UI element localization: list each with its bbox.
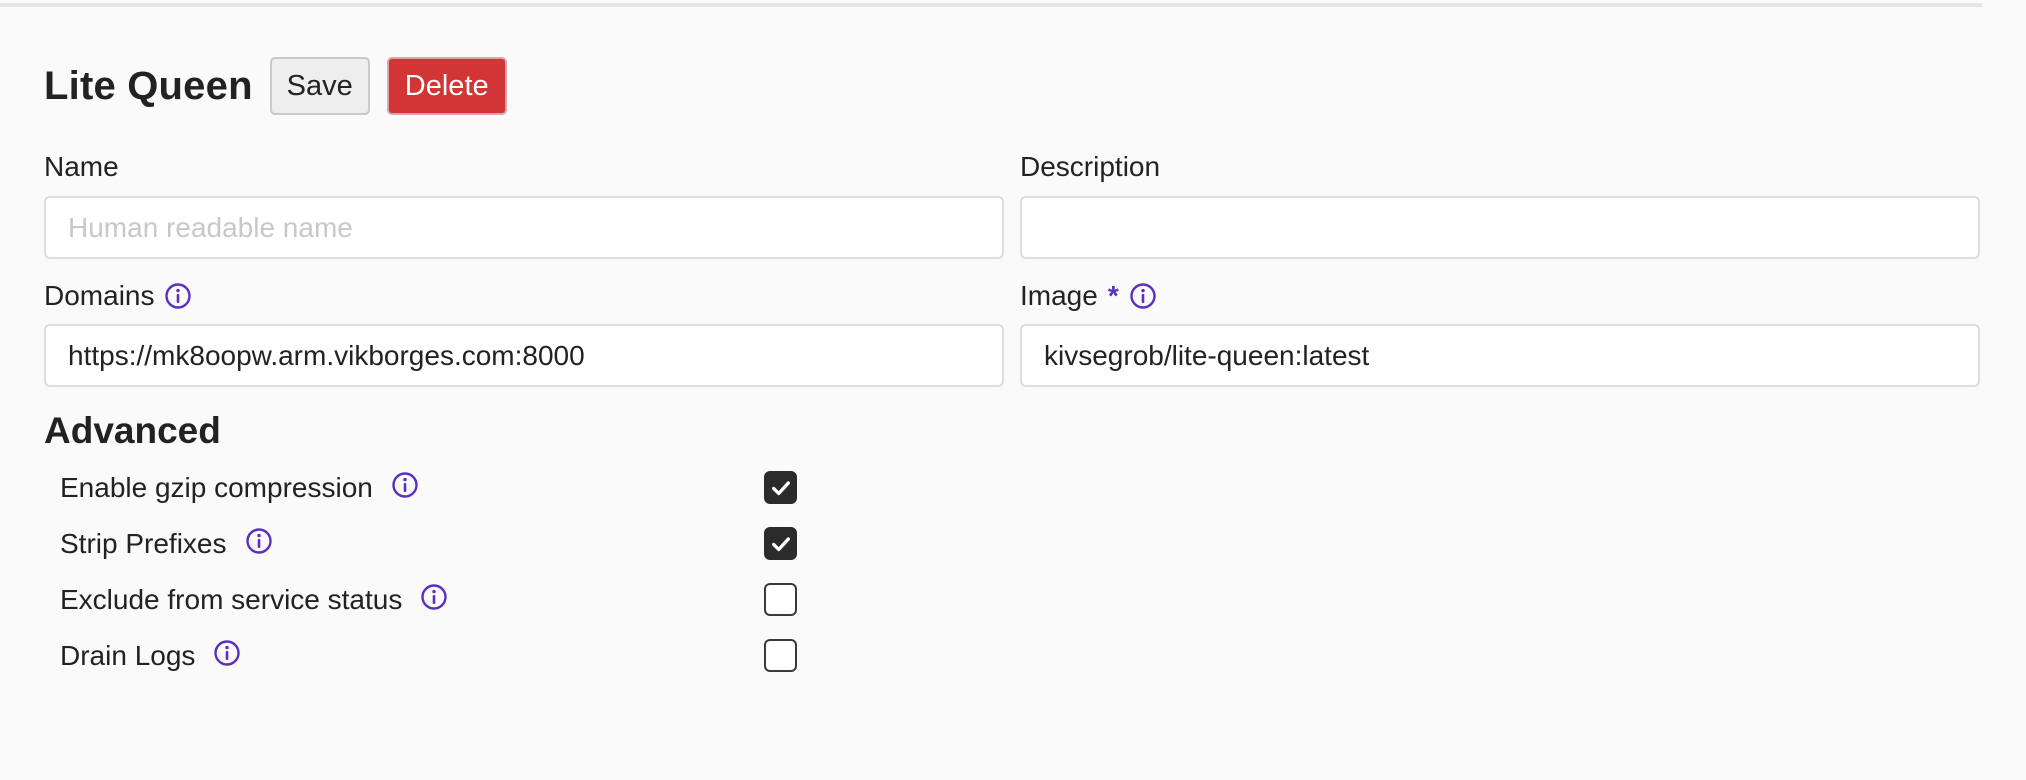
page-title: Lite Queen <box>44 63 253 108</box>
domains-label-row: Domains <box>44 279 192 313</box>
description-label: Description <box>1020 151 1161 182</box>
advanced-section-title: Advanced <box>44 410 221 451</box>
strip-prefixes-info-icon[interactable] <box>245 527 273 555</box>
save-button[interactable]: Save <box>269 57 370 115</box>
option-row-drain-logs: Drain Logs <box>60 636 800 676</box>
description-input[interactable] <box>1020 196 1980 259</box>
image-info-icon[interactable] <box>1129 282 1157 310</box>
option-row-gzip: Enable gzip compression <box>60 468 800 508</box>
name-input[interactable] <box>44 196 1004 259</box>
image-label-row: Image * <box>1020 279 1157 313</box>
name-label-row: Name <box>44 150 119 184</box>
strip-prefixes-checkbox[interactable] <box>764 527 797 560</box>
image-label: Image <box>1020 280 1098 311</box>
gzip-info-icon[interactable] <box>391 471 419 499</box>
option-label: Strip Prefixes <box>60 528 227 559</box>
required-marker: * <box>1107 280 1119 311</box>
gzip-checkbox[interactable] <box>764 471 797 504</box>
domains-input[interactable] <box>44 324 1004 387</box>
delete-button[interactable]: Delete <box>386 57 507 115</box>
domains-info-icon[interactable] <box>164 282 192 310</box>
name-label: Name <box>44 151 119 182</box>
drain-logs-checkbox[interactable] <box>764 639 797 672</box>
image-input[interactable] <box>1020 324 1980 387</box>
domains-label: Domains <box>44 280 155 311</box>
option-row-strip-prefixes: Strip Prefixes <box>60 524 800 564</box>
option-label: Exclude from service status <box>60 584 403 615</box>
exclude-status-info-icon[interactable] <box>420 583 448 611</box>
description-label-row: Description <box>1020 150 1160 184</box>
top-divider <box>0 3 1982 7</box>
option-label: Enable gzip compression <box>60 472 373 503</box>
checkmark-icon <box>771 536 790 551</box>
page-header: Lite Queen Save Delete <box>44 57 507 115</box>
exclude-status-checkbox[interactable] <box>764 583 797 616</box>
option-label: Drain Logs <box>60 640 196 671</box>
drain-logs-info-icon[interactable] <box>213 639 241 667</box>
checkmark-icon <box>771 480 790 495</box>
option-row-exclude-status: Exclude from service status <box>60 580 800 620</box>
